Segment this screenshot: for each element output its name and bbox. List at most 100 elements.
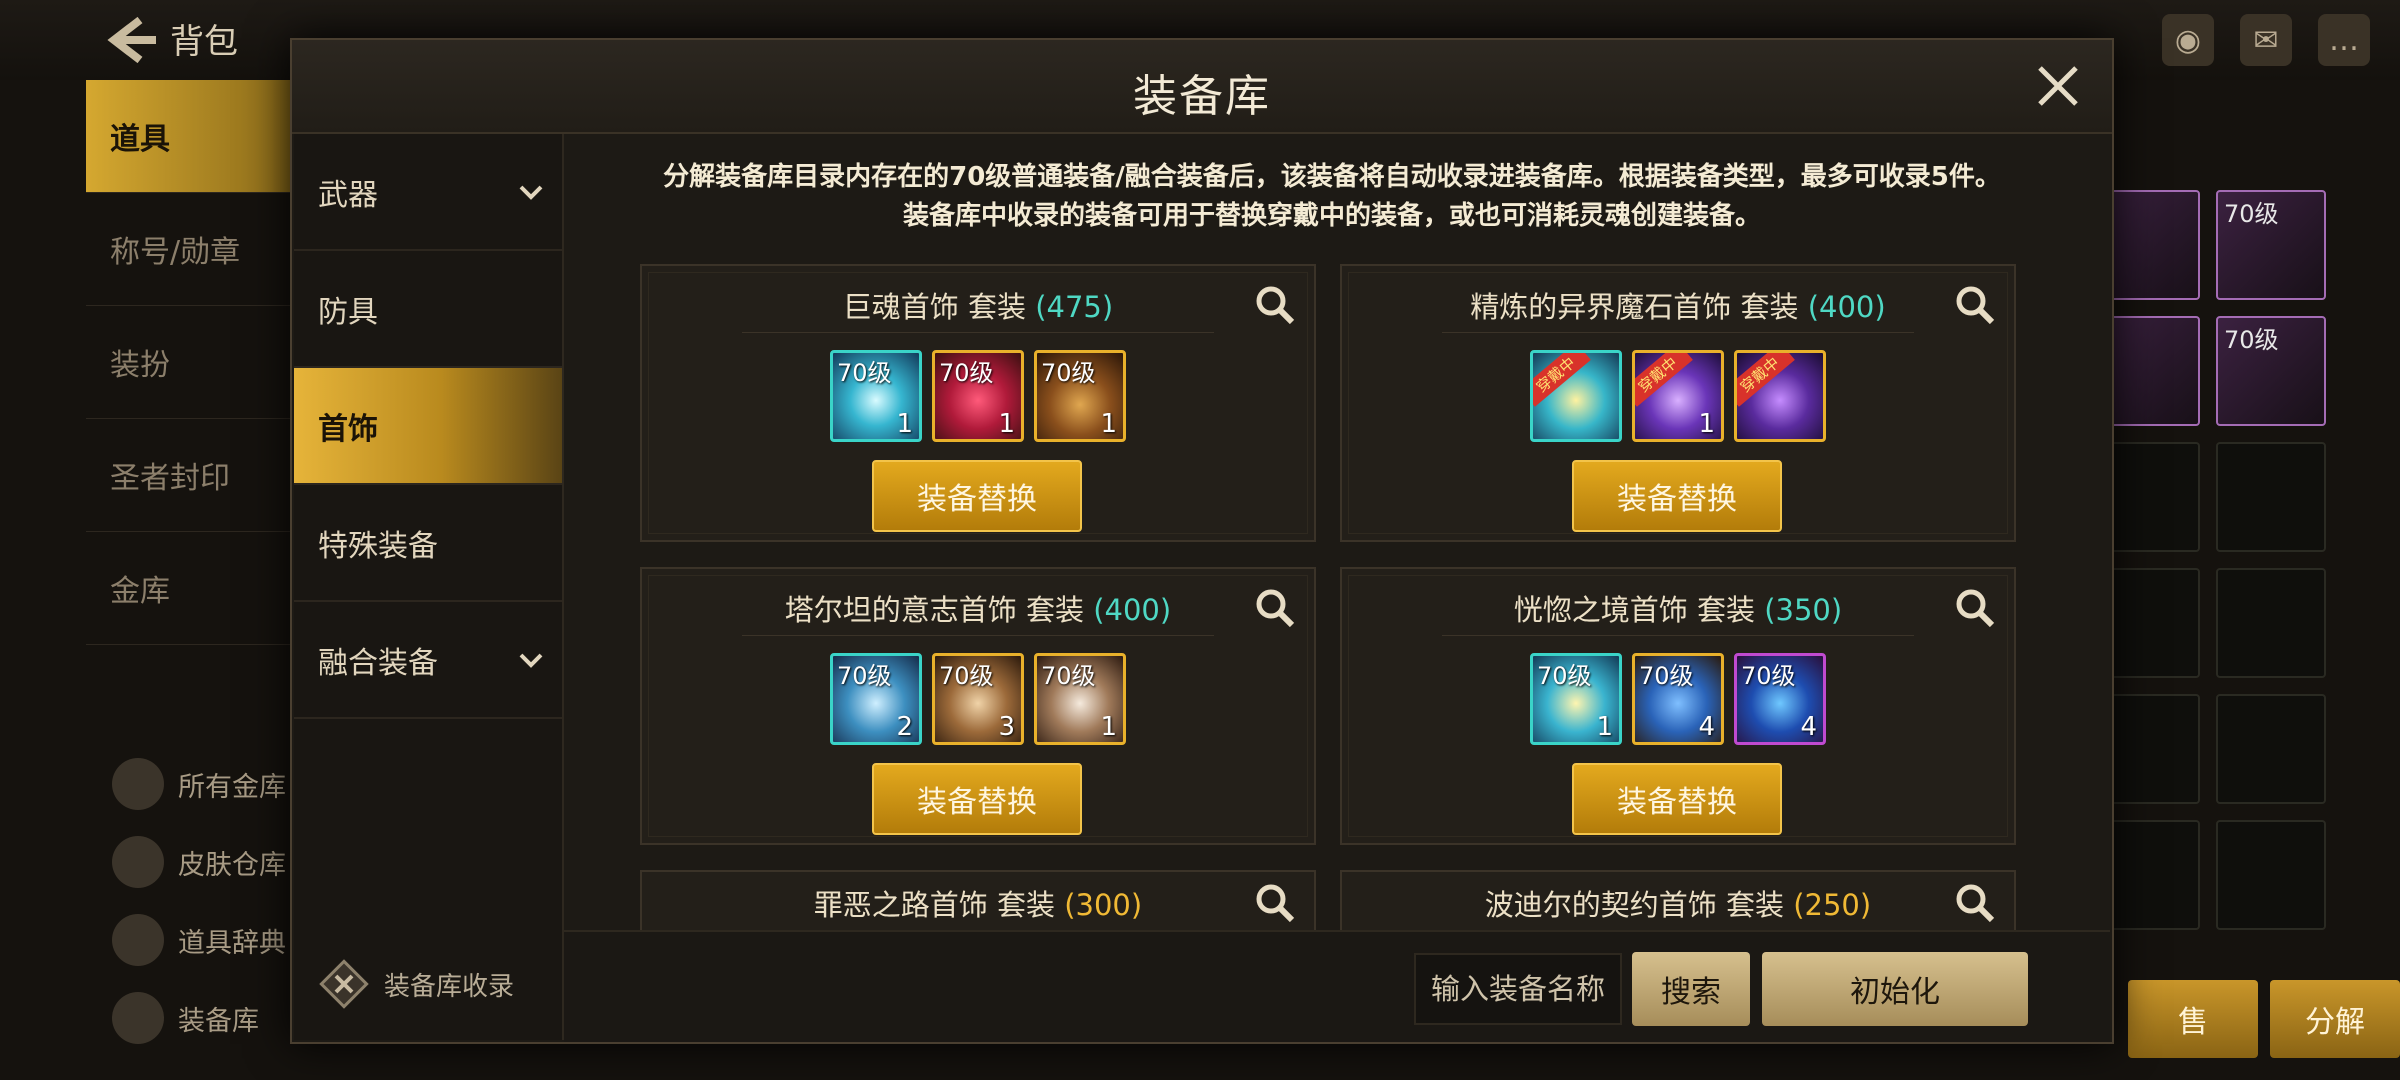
set-card: 塔尔坦的意志首饰 套装 (400) 70级 2 70级 3 70级 1 装备替换	[640, 567, 1316, 845]
category-armor[interactable]: 防具	[294, 251, 562, 368]
description-line: 装备库中收录的装备可用于替换穿戴中的装备，或也可消耗灵魂创建装备。	[902, 201, 1761, 231]
shop-icon[interactable]: ◉	[2162, 14, 2214, 66]
level-label: 70级	[2224, 200, 2279, 228]
back-arrow-icon[interactable]	[100, 14, 160, 66]
equipment-icon[interactable]: 70级 1	[1034, 653, 1126, 745]
equipment-icon[interactable]: 70级 1	[830, 350, 922, 442]
sidebar-item-seal[interactable]: 圣者封印	[86, 419, 296, 532]
level-label: 70级	[1741, 662, 1796, 690]
link-skin-storage[interactable]: 皮肤仓库	[112, 823, 286, 901]
inventory-slot[interactable]	[2216, 568, 2326, 678]
set-points: (400)	[1093, 593, 1172, 627]
level-label: 70级	[2224, 326, 2279, 354]
set-card: 精炼的异界魔石首饰 套装 (400) 穿戴中 穿戴中 1 穿戴中 装备替换	[1340, 264, 2016, 542]
link-all-vaults[interactable]: 所有金库	[112, 745, 286, 823]
sidebar-item-label: 金库	[110, 574, 170, 609]
count-label: 1	[1596, 712, 1613, 742]
category-fusion[interactable]: 融合装备	[294, 602, 562, 719]
inventory-slot[interactable]	[2216, 442, 2326, 552]
sidebar-item-label: 道具	[110, 122, 170, 157]
equipment-icon[interactable]: 穿戴中	[1734, 350, 1826, 442]
sidebar-item-avatar[interactable]: 装扮	[86, 306, 296, 419]
search-icon[interactable]	[1254, 284, 1296, 326]
set-title: 精炼的异界魔石首饰 套装 (400)	[1342, 284, 2014, 326]
close-icon[interactable]	[2030, 58, 2086, 114]
link-label: 皮肤仓库	[178, 849, 286, 881]
level-label: 70级	[1639, 662, 1694, 690]
equipment-icon[interactable]: 70级 1	[1530, 653, 1622, 745]
sell-button[interactable]: 售	[2128, 980, 2258, 1058]
set-name: 波迪尔的契约首饰 套装	[1484, 888, 1794, 922]
inventory-slot[interactable]	[2216, 694, 2326, 804]
mail-icon[interactable]: ✉	[2240, 14, 2292, 66]
swap-equipment-button[interactable]: 装备替换	[1572, 460, 1782, 532]
category-label: 防具	[318, 294, 378, 330]
chevron-down-icon	[519, 653, 543, 668]
count-label: 1	[1698, 409, 1715, 439]
inventory-slot[interactable]: 70级	[2216, 316, 2326, 426]
search-icon[interactable]	[1954, 587, 1996, 629]
equipment-icon[interactable]: 穿戴中	[1530, 350, 1622, 442]
equipment-library-modal: 装备库 武器 防具 首饰 特殊装备 融合装备 装备库收录 分解装备库目录内存在的…	[290, 38, 2114, 1044]
collection-label: 装备库收录	[384, 971, 515, 1002]
link-equipment-library[interactable]: 装备库	[112, 979, 286, 1057]
category-weapon[interactable]: 武器	[294, 134, 562, 251]
category-special[interactable]: 特殊装备	[294, 485, 562, 602]
search-icon[interactable]	[1254, 587, 1296, 629]
description: 分解装备库目录内存在的70级普通装备/融合装备后，该装备将自动收录进装备库。根据…	[582, 158, 2082, 236]
count-label: 1	[1100, 409, 1117, 439]
equipment-icon[interactable]: 70级 3	[932, 653, 1024, 745]
disassemble-button[interactable]: 分解	[2270, 980, 2400, 1058]
level-label: 70级	[939, 662, 994, 690]
inventory-grid: 70级 70级	[2090, 190, 2326, 930]
level-label: 70级	[1041, 359, 1096, 387]
count-label: 4	[1800, 712, 1817, 742]
search-icon[interactable]	[1954, 284, 1996, 326]
sidebar-item-label: 圣者封印	[110, 461, 230, 496]
collection-button[interactable]: 装备库收录	[316, 956, 514, 1012]
equipment-icon[interactable]: 穿戴中 1	[1632, 350, 1724, 442]
sidebar-item-vault[interactable]: 金库	[86, 532, 296, 645]
link-label: 道具辞典	[178, 927, 286, 959]
category-label: 武器	[318, 177, 378, 213]
level-label: 70级	[837, 359, 892, 387]
equipment-icon[interactable]: 70级 4	[1632, 653, 1724, 745]
sidebar-item-items[interactable]: 道具	[86, 80, 296, 193]
set-name: 精炼的异界魔石首饰 套装	[1470, 290, 1808, 324]
category-label: 融合装备	[318, 645, 438, 681]
category-label: 特殊装备	[318, 528, 438, 564]
set-points: (250)	[1793, 888, 1872, 922]
level-label: 70级	[1041, 662, 1096, 690]
book-icon	[112, 914, 164, 966]
search-icon[interactable]	[1954, 882, 1996, 924]
search-button[interactable]: 搜索	[1632, 952, 1750, 1026]
sidebar-item-titles[interactable]: 称号/勋章	[86, 193, 296, 306]
equipped-badge: 穿戴中	[1533, 353, 1591, 407]
equipment-icon[interactable]: 70级 1	[932, 350, 1024, 442]
equipment-icon[interactable]: 70级 4	[1734, 653, 1826, 745]
sidebar-item-label: 装扮	[110, 348, 170, 383]
reset-button[interactable]: 初始化	[1762, 952, 2028, 1026]
count-label: 1	[1100, 712, 1117, 742]
swap-equipment-button[interactable]: 装备替换	[1572, 763, 1782, 835]
equipment-icon[interactable]: 70级 2	[830, 653, 922, 745]
swap-equipment-button[interactable]: 装备替换	[872, 460, 1082, 532]
set-title: 罪恶之路首饰 套装 (300)	[642, 882, 1314, 924]
set-card: 恍惚之境首饰 套装 (350) 70级 1 70级 4 70级 4 装备替换	[1340, 567, 2016, 845]
set-title: 巨魂首饰 套装 (475)	[642, 284, 1314, 326]
armor-icon	[112, 992, 164, 1044]
chat-icon[interactable]: …	[2318, 14, 2370, 66]
set-name: 恍惚之境首饰 套装	[1513, 593, 1765, 627]
equipment-icon[interactable]: 70级 1	[1034, 350, 1126, 442]
link-item-dictionary[interactable]: 道具辞典	[112, 901, 286, 979]
equipped-badge: 穿戴中	[1737, 353, 1795, 407]
inventory-slot[interactable]: 70级	[2216, 190, 2326, 300]
equipment-search-input[interactable]	[1414, 953, 1622, 1025]
set-card: 罪恶之路首饰 套装 (300)	[640, 870, 1316, 930]
swap-equipment-button[interactable]: 装备替换	[872, 763, 1082, 835]
category-label: 首饰	[318, 411, 378, 447]
category-accessory[interactable]: 首饰	[294, 368, 562, 485]
set-name: 巨魂首饰 套装	[842, 290, 1036, 324]
search-icon[interactable]	[1254, 882, 1296, 924]
inventory-slot[interactable]	[2216, 820, 2326, 930]
